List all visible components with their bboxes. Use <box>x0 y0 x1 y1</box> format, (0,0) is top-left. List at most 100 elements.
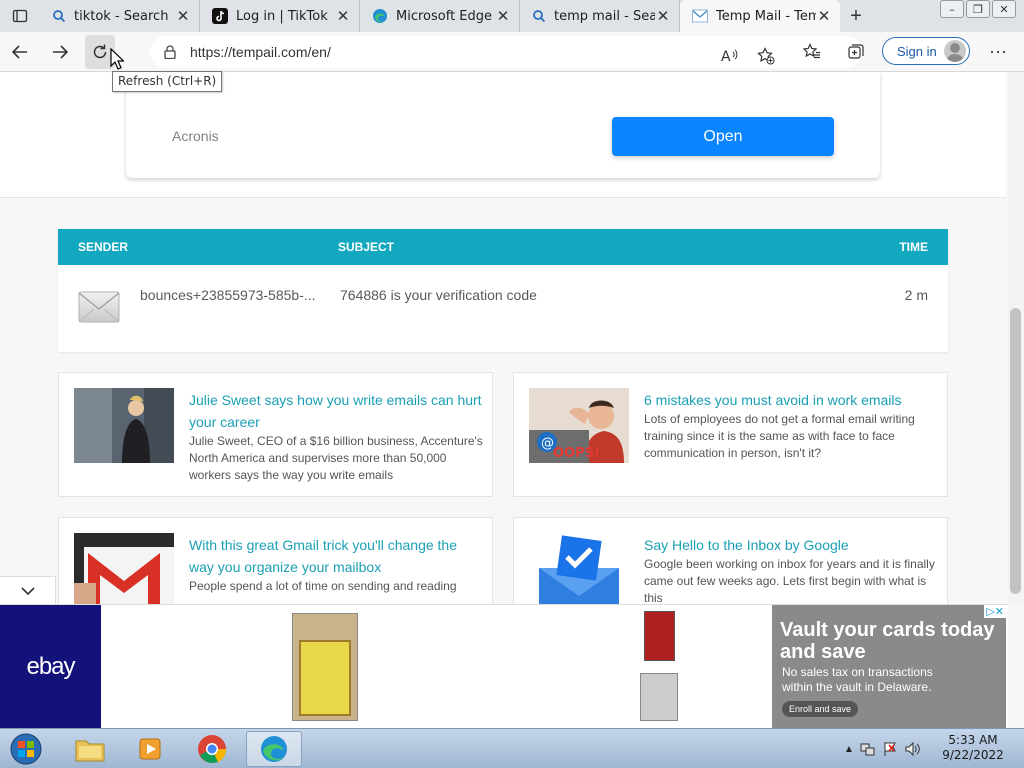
vertical-scrollbar[interactable] <box>1008 72 1024 604</box>
ebay-logo: ebay <box>0 605 101 729</box>
windows-start-icon <box>10 733 42 765</box>
tab-microsoft-edge[interactable]: Microsoft Edge ✕ <box>360 0 520 32</box>
close-tab-icon[interactable]: ✕ <box>335 7 351 25</box>
mouse-cursor-icon <box>110 48 124 70</box>
maximize-button[interactable]: ❐ <box>966 0 990 18</box>
tab-actions-button[interactable] <box>0 0 40 32</box>
scrollbar-thumb[interactable] <box>1010 308 1021 594</box>
close-tab-icon[interactable]: ✕ <box>655 7 671 25</box>
taskbar: ▲ 5:33 AM 9/22/2022 <box>0 728 1024 768</box>
mail-sender: bounces+23855973-585b-... <box>140 287 316 303</box>
article-card[interactable]: Julie Sweet says how you write emails ca… <box>58 372 493 497</box>
collapse-ad-button[interactable] <box>0 576 56 604</box>
ad-open-button[interactable]: Open <box>612 117 834 156</box>
graded-card-image <box>640 673 678 721</box>
tab-temp-mail-search[interactable]: temp mail - Search ✕ <box>520 0 680 32</box>
system-clock[interactable]: 5:33 AM 9/22/2022 <box>938 733 1008 763</box>
article-card[interactable]: @ OOPS! 6 mistakes you must avoid in work… <box>513 372 948 497</box>
tab-actions-icon <box>12 9 28 23</box>
taskbar-media-player[interactable] <box>122 731 178 767</box>
search-icon <box>53 10 66 23</box>
ad-close-icon[interactable]: ▷✕ <box>984 605 1006 618</box>
add-favorite-icon[interactable] <box>752 42 780 70</box>
more-icon: ··· <box>989 40 1007 61</box>
close-tab-icon[interactable]: ✕ <box>175 7 191 25</box>
sender-column-header: SENDER <box>78 240 129 254</box>
address-bar[interactable]: A <box>150 36 862 68</box>
article-title[interactable]: With this great Gmail trick you'll chang… <box>189 534 484 578</box>
bottom-banner-ad[interactable]: ebay Vault your cards today and save No … <box>0 604 1008 729</box>
forward-button[interactable] <box>40 35 80 69</box>
sign-in-button[interactable]: Sign in <box>882 37 970 65</box>
avatar <box>944 40 966 62</box>
arrow-right-icon <box>53 44 69 59</box>
tab-title: tiktok - Search <box>74 8 169 24</box>
ad-brand: Acronis <box>172 128 219 144</box>
article-image-text: OOPS! <box>553 446 600 461</box>
close-tab-icon[interactable]: ✕ <box>495 7 511 25</box>
settings-more-button[interactable]: ··· <box>984 37 1012 65</box>
article-summary: Google been working on inbox for years a… <box>644 557 935 604</box>
article-thumbnail: @OOPS! <box>529 388 629 463</box>
chrome-icon <box>198 735 227 764</box>
system-tray: ▲ <box>844 729 922 768</box>
chevron-down-icon <box>20 586 35 595</box>
arrow-left-icon <box>11 44 27 59</box>
edge-icon <box>261 736 287 762</box>
mail-subject[interactable]: 764886 is your verification code <box>340 287 537 303</box>
clock-date: 9/22/2022 <box>942 748 1004 762</box>
search-icon <box>533 10 546 23</box>
close-window-button[interactable]: ✕ <box>992 0 1016 18</box>
gmail-icon <box>692 9 708 23</box>
start-button[interactable] <box>6 731 46 767</box>
graded-card-image <box>644 611 675 661</box>
mail-time: 2 m <box>904 287 928 303</box>
tab-tiktok-login[interactable]: Log in | TikTok ✕ <box>200 0 360 32</box>
new-tab-button[interactable]: + <box>840 0 872 32</box>
refresh-icon <box>93 44 107 58</box>
taskbar-explorer[interactable] <box>62 731 118 767</box>
clock-time: 5:33 AM <box>948 733 998 747</box>
minimize-button[interactable]: – <box>940 0 964 18</box>
article-summary: People spend a lot of time on sending an… <box>189 579 457 593</box>
network-icon[interactable] <box>860 741 876 757</box>
tab-tiktok-search[interactable]: tiktok - Search ✕ <box>40 0 200 32</box>
ad-cta-button[interactable]: Enroll and save <box>782 701 859 717</box>
plus-icon: + <box>850 4 862 27</box>
close-tab-icon[interactable]: ✕ <box>816 7 832 25</box>
tab-temp-mail[interactable]: Temp Mail - Temp ✕ <box>680 0 840 32</box>
article-title[interactable]: Say Hello to the Inbox by Google <box>644 534 939 556</box>
explorer-icon <box>75 740 105 762</box>
ad-headline: Vault your cards today and save <box>780 619 995 663</box>
svg-text:A: A <box>721 49 731 64</box>
vault-ad-panel[interactable]: Vault your cards today and save No sales… <box>772 605 1006 729</box>
article-title[interactable]: Julie Sweet says how you write emails ca… <box>189 389 484 433</box>
taskbar-edge[interactable] <box>246 731 302 767</box>
lock-icon <box>164 45 176 59</box>
back-button[interactable] <box>0 35 40 69</box>
ad-subtext: No sales tax on transactions within the … <box>782 665 933 694</box>
tab-title: Microsoft Edge <box>396 8 493 24</box>
page-content: Acronis Open SENDER SUBJECT TIME bounces… <box>0 72 1008 604</box>
edge-icon <box>373 9 387 23</box>
tab-title: temp mail - Search <box>554 8 655 24</box>
collections-button[interactable] <box>842 38 870 66</box>
read-aloud-icon[interactable]: A <box>716 42 744 70</box>
action-center-icon[interactable] <box>882 741 898 757</box>
favorites-icon <box>803 43 820 59</box>
article-card[interactable]: Say Hello to the Inbox by Google Google … <box>513 517 948 604</box>
envelope-icon <box>78 291 120 323</box>
favorites-button[interactable] <box>798 38 826 66</box>
article-card[interactable]: With this great Gmail trick you'll chang… <box>58 517 493 604</box>
browser-window: tiktok - Search ✕ Log in | TikTok ✕ Micr… <box>0 0 1024 768</box>
taskbar-chrome[interactable] <box>184 731 240 767</box>
subject-column-header: SUBJECT <box>338 240 395 254</box>
volume-icon[interactable] <box>904 741 922 757</box>
mail-row[interactable]: bounces+23855973-585b-... 764886 is your… <box>58 265 948 352</box>
refresh-tooltip: Refresh (Ctrl+R) <box>112 71 223 92</box>
ad-card[interactable]: Acronis Open <box>126 72 880 178</box>
url-input[interactable] <box>190 44 630 60</box>
show-hidden-icons[interactable]: ▲ <box>844 744 854 755</box>
article-title[interactable]: 6 mistakes you must avoid in work emails <box>644 389 939 411</box>
tiktok-icon <box>212 8 228 24</box>
